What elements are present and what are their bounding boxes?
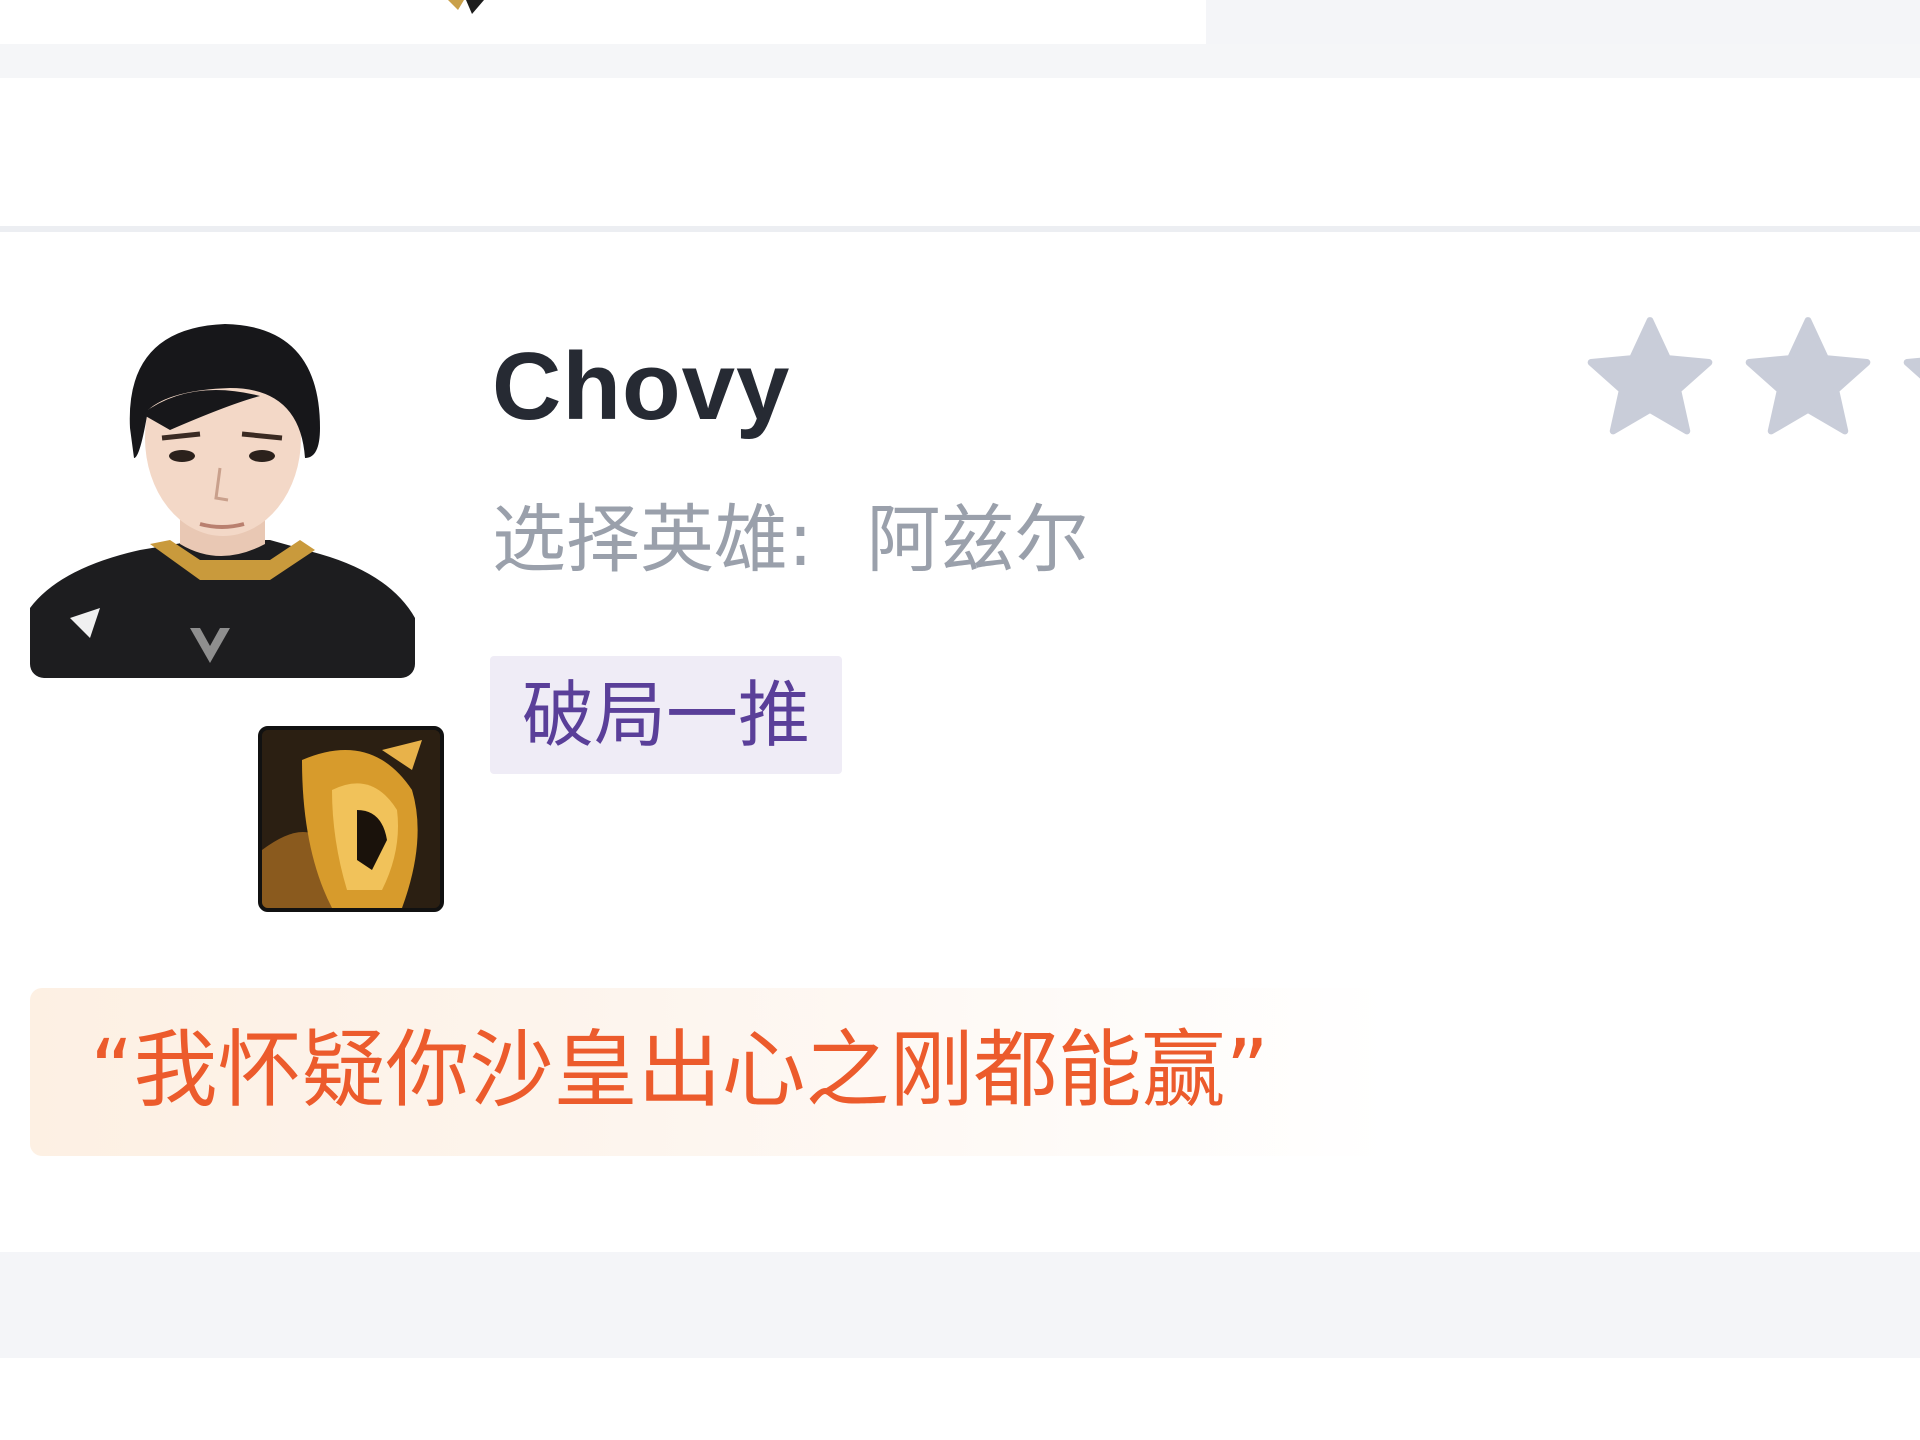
star-icon[interactable] <box>1896 312 1920 448</box>
star-rating[interactable] <box>1580 312 1920 452</box>
section-gap <box>0 1252 1920 1358</box>
azir-hero-icon[interactable] <box>258 726 444 912</box>
star-icon[interactable] <box>1580 312 1720 448</box>
player-photo <box>30 318 415 678</box>
quote-text: “我怀疑你沙皇出心之刚都能赢” <box>90 1021 1270 1119</box>
section-gap <box>0 44 1920 78</box>
player-card[interactable]: Chovy 选择英雄: 阿兹尔 破局一推 “我怀疑你沙皇出心之刚都能赢” <box>0 232 1920 1252</box>
next-card <box>0 1358 1920 1440</box>
azir-portrait <box>262 730 440 908</box>
player-name: Chovy <box>492 333 791 440</box>
hero-name: 阿兹尔 <box>866 497 1089 583</box>
player-avatar[interactable] <box>30 318 415 678</box>
team-logo-icon <box>448 0 484 14</box>
playstyle-tag: 破局一推 <box>490 656 843 774</box>
star-icon[interactable] <box>1738 312 1878 448</box>
previous-card <box>0 0 1206 44</box>
section-header-area <box>0 78 1920 226</box>
hero-selection: 选择英雄: 阿兹尔 <box>492 492 1088 588</box>
hero-label: 选择英雄: <box>492 497 813 583</box>
